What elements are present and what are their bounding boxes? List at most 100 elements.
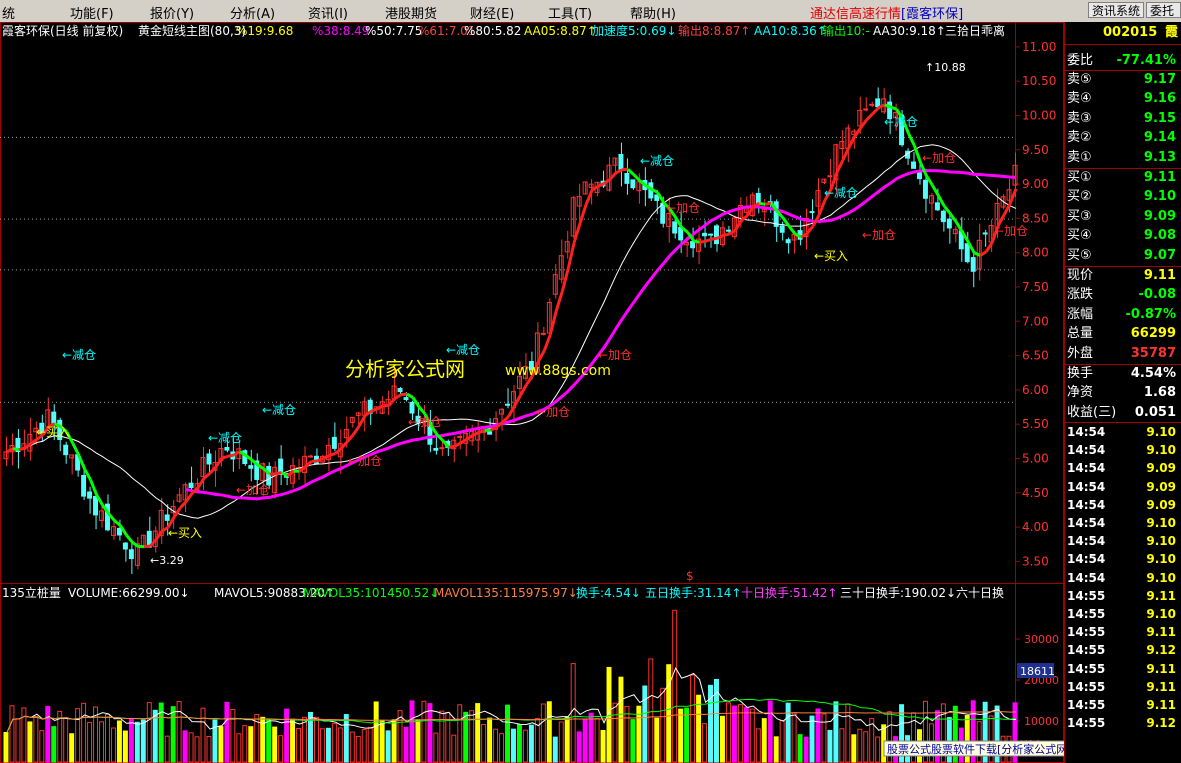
kline-chart-area[interactable]: 11.00 10.50 10.00 9.50 9.00 8.50 8.00 7.50 7.00 6…: [0, 22, 1181, 763]
volume-bar: [821, 713, 827, 763]
volume-bar: [176, 700, 182, 763]
candle-body: [331, 436, 337, 449]
signal-segment: [787, 225, 797, 235]
main-indicator-0: %19:9.68: [236, 24, 293, 38]
candle-body: [433, 447, 439, 451]
volume-bar: [218, 726, 224, 763]
volume-bar: [331, 723, 337, 763]
stat-row-1: 涨跌 -0.08: [1065, 286, 1181, 304]
signal-segment: [221, 454, 229, 460]
candle-body: [911, 161, 917, 169]
volume-bar: [451, 734, 457, 763]
volume-indicator-5: 五日换手:31.14↑: [645, 586, 741, 600]
signal-segment: [890, 105, 898, 111]
signal-annotation-2: ←减仓: [262, 403, 296, 417]
volume-bar: [188, 732, 194, 763]
menu-item-1[interactable]: 功能(F): [70, 3, 114, 22]
ask-row-2-label: 卖②: [1067, 130, 1092, 146]
candle-body: [785, 239, 791, 244]
volume-bar: [743, 707, 749, 763]
candle-body: [917, 172, 922, 180]
candle-body: [81, 474, 87, 497]
menu-item-7[interactable]: 工具(T): [548, 3, 592, 22]
menu-item-3[interactable]: 分析(A): [230, 3, 275, 22]
volume-bar: [337, 727, 343, 763]
volume-axis-label: 10000: [1024, 715, 1059, 728]
candle-body: [224, 447, 230, 451]
menu-item-0[interactable]: 统: [2, 3, 15, 22]
price-axis-label: 4.50: [1022, 486, 1049, 500]
candle-body: [397, 388, 403, 393]
chart-title: 霞客环保(日线 前复权): [2, 23, 123, 38]
info-system-button[interactable]: 资讯系统: [1088, 2, 1145, 18]
candle-body: [87, 491, 93, 499]
volume-bar: [857, 728, 863, 763]
bid-row-3-label: 买③: [1067, 208, 1092, 224]
tick-row: 14:54 9.10: [1065, 441, 1181, 459]
tick-time: 14:55: [1067, 625, 1106, 640]
volume-bar: [343, 714, 349, 763]
candle-body: [922, 179, 928, 199]
menu-item-4[interactable]: 资讯(I): [308, 3, 348, 22]
volume-bar: [552, 736, 558, 763]
tick-time: 14:55: [1067, 679, 1106, 694]
stat-row-0-label: 现价: [1067, 268, 1094, 283]
menu-item-2[interactable]: 报价(Y): [150, 3, 194, 22]
main-indicator-6: 加速度5:0.69↓: [592, 23, 676, 38]
volume-bar: [731, 705, 737, 763]
stat2-row-2-label: 收益(三): [1067, 404, 1117, 420]
volume-bar: [499, 733, 505, 763]
menu-item-6[interactable]: 财经(E): [470, 3, 514, 22]
candle-body: [63, 444, 69, 456]
watermark-url: www.88gs.com: [505, 363, 611, 379]
stat2-row-0: 换手 4.54%: [1065, 365, 1181, 383]
kline-chart-svg[interactable]: 11.0010.5010.009.509.008.508.007.507.006…: [0, 22, 1064, 763]
candle-body: [809, 211, 815, 214]
bid-row-5-value: 9.07: [1143, 247, 1176, 263]
volume-bar: [427, 703, 433, 763]
tick-row: 14:54 9.10: [1065, 550, 1181, 568]
candle-body: [164, 514, 170, 521]
tick-row: 14:54 9.09: [1065, 459, 1181, 477]
stat2-row-0-label: 换手: [1067, 366, 1094, 381]
volume-bar: [505, 704, 511, 763]
volume-bar: [564, 716, 570, 763]
signal-annotation-10: ←加仓: [536, 405, 570, 419]
stat-row-2-value: -0.87%: [1125, 306, 1177, 322]
volume-bar: [439, 710, 445, 763]
tick-row: 14:54 9.10: [1065, 532, 1181, 550]
volume-bar: [284, 708, 290, 763]
stat-row-0-value: 9.11: [1143, 268, 1176, 283]
volume-bar: [409, 700, 415, 763]
tick-price: 9.12: [1146, 643, 1176, 658]
price-axis-label: 6.00: [1022, 383, 1049, 397]
tick-price: 9.11: [1146, 698, 1176, 712]
price-axis-label: 5.50: [1022, 417, 1049, 431]
ask-row-2-value: 9.14: [1143, 130, 1176, 146]
volume-bar: [105, 713, 110, 763]
volume-bar: [319, 728, 325, 763]
volume-bar: [516, 723, 522, 763]
price-axis-label: 9.00: [1022, 177, 1049, 191]
trade-button[interactable]: 委托: [1146, 2, 1181, 18]
candle-body: [457, 435, 463, 438]
candle-body: [122, 542, 128, 550]
tick-time: 14:54: [1067, 516, 1106, 530]
volume-bar: [69, 733, 75, 763]
signal-annotation-16: ←买入: [36, 425, 70, 439]
price-axis-label: 7.00: [1022, 314, 1049, 328]
volume-bar: [767, 700, 773, 763]
signal-annotation-5: ←减仓: [824, 186, 858, 200]
ask-row-1-label: 卖①: [1067, 149, 1092, 165]
menu-item-5[interactable]: 港股期货: [385, 3, 437, 22]
signal-segment: [352, 425, 361, 436]
bid-row-2-value: 9.10: [1143, 189, 1176, 205]
ask-row-1-value: 9.13: [1143, 149, 1176, 165]
signal-segment: [711, 236, 718, 241]
ask-row-4-value: 9.16: [1143, 91, 1176, 107]
menu-item-8[interactable]: 帮助(H): [630, 3, 676, 22]
volume-bar: [242, 725, 248, 763]
candle-body: [51, 411, 57, 424]
volume-bar: [415, 719, 421, 763]
volume-bar: [51, 726, 57, 763]
